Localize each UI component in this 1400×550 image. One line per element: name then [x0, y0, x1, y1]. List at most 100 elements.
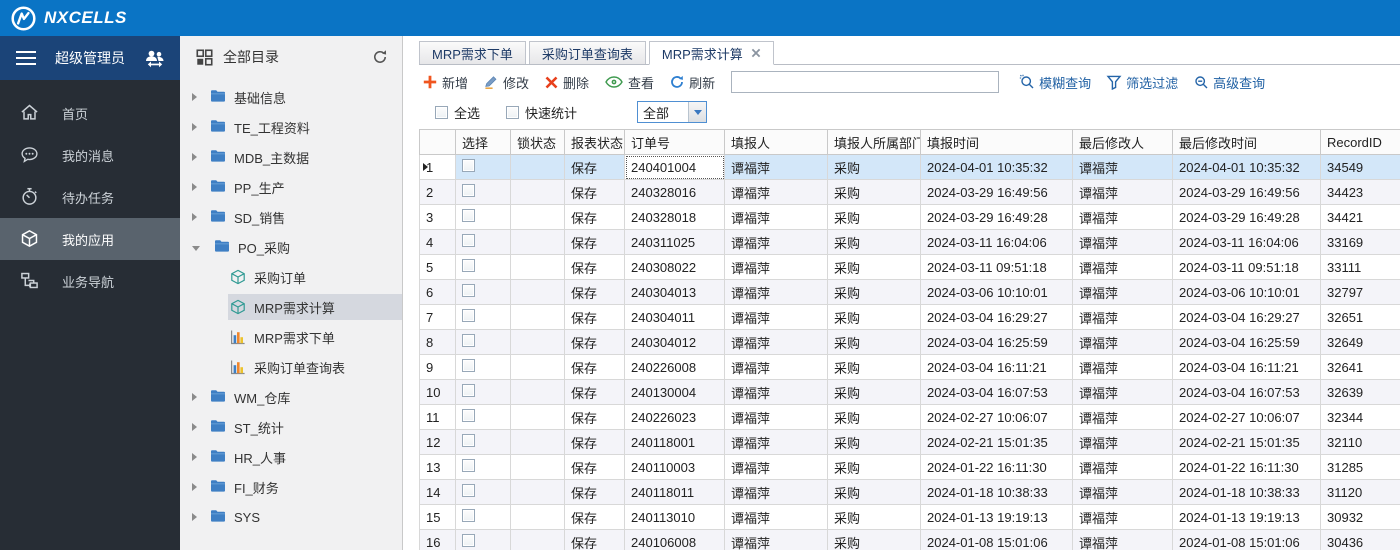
- row-checkbox[interactable]: [462, 534, 475, 547]
- tree-item[interactable]: MRP需求计算: [180, 292, 402, 322]
- search-input[interactable]: [731, 71, 1000, 93]
- row-checkbox[interactable]: [462, 484, 475, 497]
- tree-item[interactable]: FI_财务: [180, 472, 402, 502]
- fuzzy-query-link[interactable]: 模糊查询: [1019, 73, 1091, 92]
- tree-item[interactable]: MRP需求下单: [180, 322, 402, 352]
- table-row[interactable]: 7 保存 240304011 谭福萍 采购 2024-03-04 16:29:27 谭福萍 2…: [419, 304, 1400, 330]
- cell-order-number[interactable]: 240311025: [624, 229, 725, 255]
- column-header[interactable]: 填报时间: [920, 129, 1073, 155]
- table-row[interactable]: 13 保存 240110003 谭福萍 采购 2024-01-22 16:11:30 谭福萍…: [419, 454, 1400, 480]
- tab-2[interactable]: MRP需求计算: [648, 41, 774, 65]
- row-checkbox[interactable]: [462, 309, 475, 322]
- refresh-button[interactable]: 刷新: [670, 73, 715, 92]
- column-header[interactable]: 最后修改时间: [1172, 129, 1321, 155]
- column-header[interactable]: 填报人: [724, 129, 828, 155]
- row-checkbox[interactable]: [462, 359, 475, 372]
- column-header[interactable]: RecordID: [1320, 129, 1400, 155]
- row-checkbox[interactable]: [462, 384, 475, 397]
- column-header[interactable]: 订单号: [624, 129, 725, 155]
- cell-order-number[interactable]: 240106008: [624, 529, 725, 550]
- cell-order-number[interactable]: 240113010: [624, 504, 725, 530]
- tree-expand-closed-icon[interactable]: [192, 483, 197, 491]
- row-checkbox[interactable]: [462, 184, 475, 197]
- quick-stats-checkbox[interactable]: [506, 105, 520, 119]
- tree-item[interactable]: PO_采购: [180, 232, 402, 262]
- table-row[interactable]: 16 保存 240106008 谭福萍 采购 2024-01-08 15:01:06 谭福萍…: [419, 529, 1400, 550]
- tree-item[interactable]: 基础信息: [180, 82, 402, 112]
- row-checkbox[interactable]: [462, 159, 475, 172]
- tree-item[interactable]: TE_工程资料: [180, 112, 402, 142]
- select-all-checkbox[interactable]: [435, 105, 448, 119]
- table-row[interactable]: 2 保存 240328016 谭福萍 采购 2024-03-29 16:49:56 谭福萍 2…: [419, 179, 1400, 205]
- advanced-query-link[interactable]: 高级查询: [1193, 73, 1265, 92]
- row-checkbox[interactable]: [462, 234, 475, 247]
- tree-expand-closed-icon[interactable]: [192, 513, 197, 521]
- menu-icon[interactable]: [16, 51, 36, 65]
- tree-item[interactable]: PP_生产: [180, 172, 402, 202]
- tree-item[interactable]: SYS: [180, 502, 402, 532]
- tree-expand-closed-icon[interactable]: [192, 153, 197, 161]
- row-checkbox[interactable]: [462, 434, 475, 447]
- tree-item[interactable]: SD_销售: [180, 202, 402, 232]
- tree-item[interactable]: WM_仓库: [180, 382, 402, 412]
- tab-0[interactable]: MRP需求下单: [419, 41, 526, 64]
- table-row[interactable]: 9 保存 240226008 谭福萍 采购 2024-03-04 16:11:21 谭福萍 2…: [419, 354, 1400, 380]
- tree-expand-closed-icon[interactable]: [192, 213, 197, 221]
- tab-close-icon[interactable]: [751, 48, 761, 58]
- tree-expand-closed-icon[interactable]: [192, 393, 197, 401]
- refresh-catalog-icon[interactable]: [372, 49, 388, 65]
- table-row[interactable]: 10 保存 240130004 谭福萍 采购 2024-03-04 16:07:53 谭福萍…: [419, 379, 1400, 405]
- tree-expand-closed-icon[interactable]: [192, 423, 197, 431]
- cell-order-number[interactable]: 240328018: [624, 204, 725, 230]
- tree-item[interactable]: 采购订单查询表: [180, 352, 402, 382]
- row-checkbox[interactable]: [462, 259, 475, 272]
- table-row[interactable]: 15 保存 240113010 谭福萍 采购 2024-01-13 19:19:13 谭福萍…: [419, 504, 1400, 530]
- row-checkbox[interactable]: [462, 284, 475, 297]
- table-row[interactable]: 14 保存 240118011 谭福萍 采购 2024-01-18 10:38:33 谭福萍…: [419, 479, 1400, 505]
- row-checkbox[interactable]: [462, 209, 475, 222]
- tab-1[interactable]: 采购订单查询表: [528, 41, 646, 64]
- cell-order-number[interactable]: 240226008: [624, 354, 725, 380]
- tree-item[interactable]: HR_人事: [180, 442, 402, 472]
- table-row[interactable]: 11 保存 240226023 谭福萍 采购 2024-02-27 10:06:07 谭福萍…: [419, 404, 1400, 430]
- cell-order-number[interactable]: 240304013: [624, 279, 725, 305]
- row-checkbox[interactable]: [462, 409, 475, 422]
- row-checkbox[interactable]: [462, 509, 475, 522]
- cell-order-number[interactable]: 240130004: [624, 379, 725, 405]
- cell-order-number[interactable]: 240328016: [624, 179, 725, 205]
- chevron-down-icon[interactable]: [688, 102, 707, 122]
- edit-button[interactable]: 修改: [484, 73, 529, 92]
- table-row[interactable]: 4 保存 240311025 谭福萍 采购 2024-03-11 16:04:06 谭福萍 2…: [419, 229, 1400, 255]
- cell-order-number[interactable]: 240226023: [624, 404, 725, 430]
- tree-expand-closed-icon[interactable]: [192, 453, 197, 461]
- sidebar-item-messages[interactable]: 我的消息: [0, 134, 180, 176]
- tree-expand-closed-icon[interactable]: [192, 93, 197, 101]
- tree-expand-closed-icon[interactable]: [192, 183, 197, 191]
- cell-order-number[interactable]: 240308022: [624, 254, 725, 280]
- tree-expand-closed-icon[interactable]: [192, 123, 197, 131]
- column-header[interactable]: 填报人所属部门: [827, 129, 921, 155]
- column-header[interactable]: 锁状态: [510, 129, 565, 155]
- table-row[interactable]: 1 保存 240401004 谭福萍 采购 2024-04-01 10:35:32 谭福萍 2…: [419, 154, 1400, 180]
- table-row[interactable]: 8 保存 240304012 谭福萍 采购 2024-03-04 16:25:59 谭福萍 2…: [419, 329, 1400, 355]
- table-row[interactable]: 3 保存 240328018 谭福萍 采购 2024-03-29 16:49:28 谭福萍 2…: [419, 204, 1400, 230]
- cell-order-number[interactable]: 240304011: [624, 304, 725, 330]
- tree-item[interactable]: MDB_主数据: [180, 142, 402, 172]
- tree-expand-open-icon[interactable]: [192, 245, 200, 251]
- tree-item[interactable]: ST_统计: [180, 412, 402, 442]
- sidebar-item-apps[interactable]: 我的应用: [0, 218, 180, 260]
- add-button[interactable]: 新增: [423, 73, 468, 92]
- sidebar-item-home[interactable]: 首页: [0, 92, 180, 134]
- view-button[interactable]: 查看: [605, 73, 654, 92]
- tree-item[interactable]: 采购订单: [180, 262, 402, 292]
- cell-order-number[interactable]: 240118001: [624, 429, 725, 455]
- sidebar-item-tasks[interactable]: 待办任务: [0, 176, 180, 218]
- column-header[interactable]: 报表状态: [564, 129, 625, 155]
- cell-order-number[interactable]: 240304012: [624, 329, 725, 355]
- delete-button[interactable]: 删除: [545, 73, 589, 92]
- column-header[interactable]: 最后修改人: [1072, 129, 1173, 155]
- row-checkbox[interactable]: [462, 334, 475, 347]
- cell-order-number[interactable]: 240118011: [624, 479, 725, 505]
- table-row[interactable]: 12 保存 240118001 谭福萍 采购 2024-02-21 15:01:35 谭福萍…: [419, 429, 1400, 455]
- row-checkbox[interactable]: [462, 459, 475, 472]
